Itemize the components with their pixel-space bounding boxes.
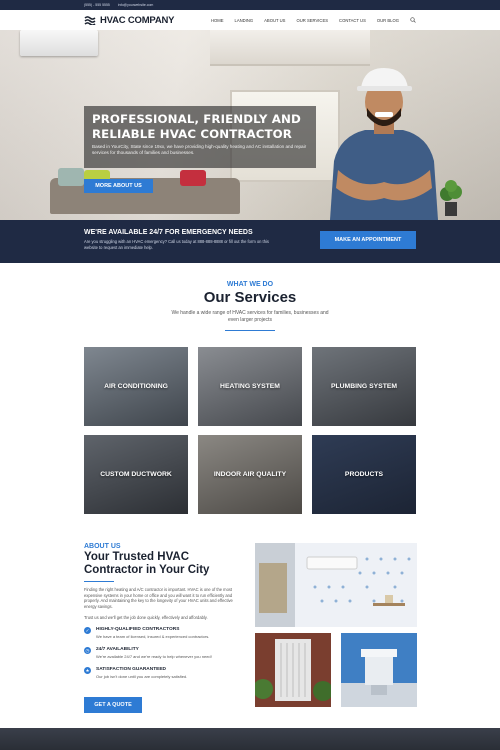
search-icon[interactable] [410, 17, 416, 23]
hero-body: Based in YourCity, State since 19xx, we … [92, 144, 307, 155]
about-kicker: ABOUT US [84, 543, 121, 550]
clock-icon: ◷ [84, 647, 91, 654]
about-title: Your Trusted HVAC Contractor in Your Cit… [84, 551, 210, 576]
topbar-email[interactable]: info@yourwebsite.com [118, 3, 153, 7]
nav-our-services[interactable]: OUR SERVICES [296, 18, 328, 23]
about-intro: Finding the right heating and A/C contra… [84, 587, 233, 609]
emergency-banner: WE'RE AVAILABLE 24/7 FOR EMERGENCY NEEDS… [0, 220, 500, 263]
about-ac-room-illustration [255, 543, 417, 627]
service-card-label: HEATING SYSTEM [220, 383, 280, 390]
nav-contact-us[interactable]: CONTACT US [339, 18, 366, 23]
service-card-label: PRODUCTS [344, 471, 384, 478]
get-a-quote-button[interactable]: GET A QUOTE [84, 697, 142, 713]
about-image-outdoor-unit [255, 633, 331, 707]
hero-section: PROFESSIONAL, FRIENDLY AND RELIABLE HVAC… [0, 30, 500, 220]
check-icon: ✓ [84, 627, 91, 634]
outdoor-unit-illustration [255, 633, 331, 707]
pillow-decor [58, 168, 84, 186]
rooftop-vent-illustration [341, 633, 417, 707]
hero-title: PROFESSIONAL, FRIENDLY AND RELIABLE HVAC… [92, 112, 301, 141]
main-nav: HOME LANDING ABOUT US OUR SERVICES CONTA… [211, 17, 416, 23]
about-image-ac-room [255, 543, 417, 627]
wall-ac-unit-image [20, 30, 98, 56]
footer-image-strip [0, 728, 500, 750]
service-card-air-conditioning[interactable]: AIR CONDITIONING [84, 347, 188, 426]
services-kicker: WHAT WE DO [226, 281, 274, 288]
ceiling-decor [210, 30, 370, 66]
thumbs-up-icon: ★ [84, 667, 91, 674]
emergency-text-block: WE'RE AVAILABLE 24/7 FOR EMERGENCY NEEDS… [84, 229, 279, 250]
service-card-indoor-air-quality[interactable]: INDOOR AIR QUALITY [198, 435, 302, 514]
service-card-label: PLUMBING SYSTEM [330, 383, 398, 390]
service-card-products[interactable]: PRODUCTS [312, 435, 416, 514]
feature-title: SATISFACTION GUARANTEED [96, 667, 166, 672]
service-card-label: AIR CONDITIONING [104, 383, 168, 390]
nav-our-blog[interactable]: OUR BLOG [377, 18, 399, 23]
feature-desc: Our job isn't done until you are complet… [96, 674, 188, 679]
feature-desc: We're available 24/7 and we're ready to … [96, 654, 212, 659]
feature-title: HIGHLY-QUALIFIED CONTRACTORS [96, 627, 180, 632]
about-section: ABOUT US Your Trusted HVAC Contractor in… [0, 543, 500, 733]
emergency-body: Are you struggling with an HVAC emergenc… [84, 239, 269, 250]
technician-image [330, 68, 438, 220]
services-grid: AIR CONDITIONING HEATING SYSTEM PLUMBING… [0, 347, 500, 527]
top-contact-bar: (555) - 555 5555 info@yourwebsite.com [0, 0, 500, 10]
emergency-title: WE'RE AVAILABLE 24/7 FOR EMERGENCY NEEDS [84, 229, 253, 236]
service-card-custom-ductwork[interactable]: CUSTOM DUCTWORK [84, 435, 188, 514]
about-image-rooftop-vent [341, 633, 417, 707]
service-card-plumbing-system[interactable]: PLUMBING SYSTEM [312, 347, 416, 426]
more-about-us-button[interactable]: MORE ABOUT US [84, 179, 153, 193]
services-subtitle: We handle a wide range of HVAC services … [171, 310, 329, 323]
hero-text-panel: PROFESSIONAL, FRIENDLY AND RELIABLE HVAC… [84, 106, 316, 168]
nav-about-us[interactable]: ABOUT US [264, 18, 285, 23]
hvac-logo-icon [84, 16, 96, 25]
nav-home[interactable]: HOME [211, 18, 224, 23]
topbar-phone[interactable]: (555) - 555 5555 [84, 3, 110, 7]
about-divider [84, 581, 114, 582]
service-card-label: CUSTOM DUCTWORK [100, 471, 172, 478]
site-header: HVAC COMPANY HOME LANDING ABOUT US OUR S… [0, 10, 500, 30]
pillow-decor [180, 170, 206, 186]
make-appointment-button[interactable]: MAKE AN APPOINTMENT [320, 231, 416, 249]
about-intro-2: Trust us and we'll get the job done quic… [84, 615, 208, 620]
site-logo[interactable]: HVAC COMPANY [84, 14, 175, 26]
services-title: Our Services [203, 289, 297, 306]
logo-text: HVAC COMPANY [100, 14, 175, 26]
services-divider [225, 330, 275, 331]
services-section: WHAT WE DO Our Services We handle a wide… [0, 263, 500, 527]
feature-title: 24/7 AVAILABILITY [96, 647, 139, 652]
nav-landing[interactable]: LANDING [235, 18, 254, 23]
service-card-heating-system[interactable]: HEATING SYSTEM [198, 347, 302, 426]
service-card-label: INDOOR AIR QUALITY [213, 471, 287, 478]
feature-desc: We have a team of licensed, insured & ex… [96, 634, 210, 639]
